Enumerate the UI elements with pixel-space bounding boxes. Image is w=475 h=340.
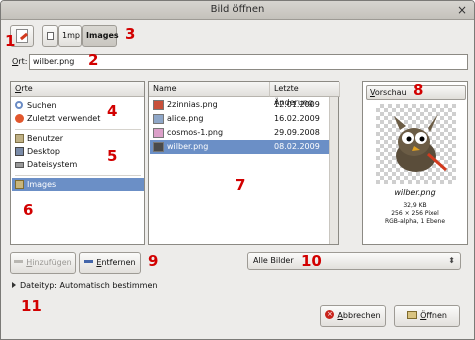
expander-label: Dateityp: Automatisch bestimmen — [20, 281, 158, 290]
folder-small-icon — [47, 32, 54, 40]
annotation-8: 8 — [413, 81, 424, 99]
places-separator — [15, 129, 141, 130]
image-thumbnail-icon — [153, 114, 164, 124]
annotation-4: 4 — [107, 102, 118, 120]
file-name: 2zinnias.png — [167, 100, 218, 109]
file-name: cosmos-1.png — [167, 128, 224, 137]
open-image-dialog: Bild öffnen × 1mp Images Ort: wilber.png… — [0, 0, 475, 340]
clock-icon — [15, 114, 24, 123]
column-header-modified[interactable]: Letzte Änderung — [270, 82, 340, 107]
add-bookmark-button[interactable]: Hinzufügen — [10, 252, 76, 274]
preview-image — [376, 104, 456, 184]
place-label: Images — [27, 180, 57, 189]
file-row[interactable]: cosmos-1.png 29.09.2008 — [150, 126, 338, 140]
annotation-2: 2 — [88, 51, 99, 69]
annotation-11: 11 — [21, 297, 42, 315]
annotation-1: 1 — [5, 32, 16, 50]
file-name: wilber.png — [167, 142, 209, 151]
wilber-mascot-icon — [394, 114, 447, 172]
preview-layers: RGB-alpha, 1 Ebene — [384, 218, 446, 225]
plus-icon — [14, 260, 24, 263]
annotation-7: 7 — [235, 176, 246, 194]
place-item-dateisystem[interactable]: Dateisystem — [12, 158, 144, 171]
image-thumbnail-icon — [153, 142, 164, 152]
image-thumbnail-icon — [153, 100, 164, 110]
search-icon — [15, 101, 23, 109]
cancel-icon: × — [325, 310, 335, 319]
annotation-10: 10 — [301, 252, 322, 270]
place-label: Zuletzt verwendet — [27, 114, 101, 123]
file-date: 08.02.2009 — [274, 142, 320, 151]
place-item-suchen[interactable]: Suchen — [12, 99, 144, 112]
annotation-9: 9 — [148, 252, 159, 270]
places-header[interactable]: Orte — [11, 82, 144, 97]
location-label: Ort: — [12, 57, 28, 66]
filter-value: Alle Bilder — [253, 256, 294, 265]
place-label: Dateisystem — [27, 160, 78, 169]
file-date: 29.09.2008 — [274, 128, 320, 137]
file-list-scrollbar[interactable] — [329, 97, 338, 244]
folder-icon — [15, 180, 24, 189]
annotation-3: 3 — [125, 25, 136, 43]
open-button[interactable]: Öffnen — [394, 305, 460, 327]
column-header-name[interactable]: Name — [149, 82, 270, 97]
file-type-expander[interactable]: Dateityp: Automatisch bestimmen — [12, 281, 157, 290]
breadcrumb-images[interactable]: Images — [82, 25, 119, 47]
preview-pane: Vorschau wilber.png 32,9 KB 256 × 256 Pi… — [362, 81, 468, 245]
breadcrumb-scroll-button[interactable] — [42, 25, 58, 47]
remove-bookmark-button[interactable]: Entfernen — [79, 252, 141, 274]
file-name: alice.png — [167, 114, 204, 123]
desktop-icon — [15, 147, 24, 156]
annotation-6: 6 — [23, 201, 34, 219]
dropdown-arrows-icon: ⬍ — [448, 256, 455, 265]
file-row[interactable]: alice.png 16.02.2009 — [150, 112, 338, 126]
image-thumbnail-icon — [153, 128, 164, 138]
preview-filesize: 32,9 KB — [403, 202, 427, 209]
close-icon[interactable]: × — [455, 3, 469, 17]
place-item-benutzer[interactable]: Benutzer — [12, 132, 144, 145]
breadcrumb-1mp[interactable]: 1mp — [58, 25, 82, 47]
open-folder-icon — [407, 310, 418, 319]
window-title: Bild öffnen — [210, 4, 265, 15]
place-item-images[interactable]: Images — [12, 178, 144, 191]
expander-arrow-icon — [12, 282, 16, 288]
file-date: 12.01.2009 — [274, 100, 320, 109]
place-label: Benutzer — [27, 134, 64, 143]
drive-icon — [15, 162, 24, 168]
place-item-recent[interactable]: Zuletzt verwendet — [12, 112, 144, 125]
place-label: Desktop — [27, 147, 60, 156]
file-date: 16.02.2009 — [274, 114, 320, 123]
preview-dimensions: 256 × 256 Pixel — [391, 210, 439, 217]
home-folder-icon — [15, 134, 24, 143]
place-label: Suchen — [27, 101, 57, 110]
place-item-desktop[interactable]: Desktop — [12, 145, 144, 158]
minus-icon — [84, 260, 94, 263]
annotation-5: 5 — [107, 147, 118, 165]
preview-filename: wilber.png — [394, 188, 436, 197]
file-row-selected[interactable]: wilber.png 08.02.2009 — [150, 140, 338, 154]
edit-location-icon — [16, 29, 28, 43]
places-pane: Orte Suchen Zuletzt verwendet Benutzer D… — [10, 81, 145, 245]
file-list-pane: Name Letzte Änderung 2zinnias.png 12.01.… — [148, 81, 340, 245]
cancel-button[interactable]: × Abbrechen — [320, 305, 386, 327]
title-bar: Bild öffnen × — [1, 1, 474, 20]
file-type-filter-select[interactable]: Alle Bilder ⬍ — [247, 252, 461, 270]
places-separator — [15, 175, 141, 176]
file-row[interactable]: 2zinnias.png 12.01.2009 — [150, 98, 338, 112]
